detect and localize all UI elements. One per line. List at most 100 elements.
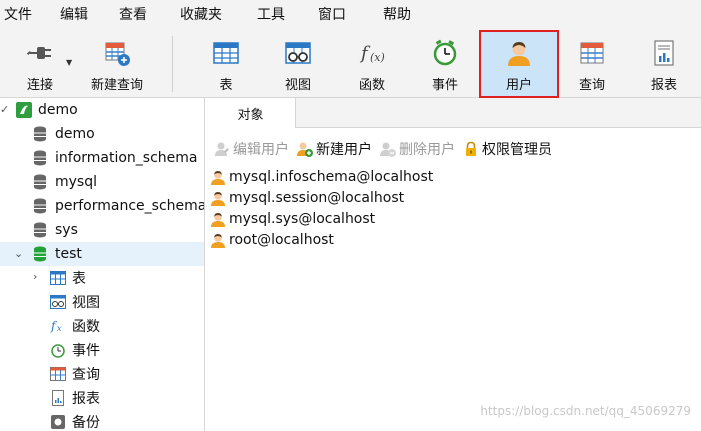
view-icon [283, 38, 313, 68]
report-button[interactable]: 报表 [634, 30, 694, 98]
user-icon [210, 211, 226, 227]
backup-icon [50, 414, 66, 431]
tree-node-queries[interactable]: 查询 [0, 362, 204, 386]
report-icon [50, 390, 66, 410]
view-icon [50, 294, 66, 314]
tree-db-information-schema[interactable]: information_schema [0, 146, 204, 170]
menu-file[interactable]: 文件 [0, 0, 36, 30]
report-label: 报表 [650, 78, 677, 93]
tree-node-label: 事件 [72, 343, 100, 359]
list-item[interactable]: root@localhost [208, 229, 698, 250]
delete-user-button[interactable]: 删除用户 [380, 139, 455, 159]
tree-connection[interactable]: ✓ demo [0, 98, 204, 122]
database-icon [33, 150, 47, 170]
user-name: mysql.session@localhost [229, 189, 405, 206]
tree-node-reports[interactable]: 报表 [0, 386, 204, 410]
tree-node-label: 报表 [72, 391, 100, 407]
tree-node-tables[interactable]: › 表 [0, 266, 204, 290]
menu-edit[interactable]: 编辑 [56, 0, 92, 30]
function-label: 函数 [358, 78, 385, 93]
user-button[interactable]: 用户 [479, 30, 559, 98]
privilege-manager-label: 权限管理员 [482, 142, 552, 158]
user-list: mysql.infoschema@localhost mysql.session… [208, 166, 698, 250]
clock-icon [430, 38, 460, 68]
new-user-button[interactable]: 新建用户 [297, 139, 372, 159]
tree-db-label: sys [55, 222, 78, 238]
connect-button[interactable]: 连接 [12, 30, 68, 98]
toolbar-separator [172, 36, 173, 92]
toolbar: 连接 ▼ 新建查询 表 视图 f (x) 函数 事件 用户 查询 报表 [0, 30, 701, 98]
function-button[interactable]: f (x) 函数 [342, 30, 402, 98]
tree-node-label: 表 [72, 271, 86, 287]
menu-window[interactable]: 窗口 [314, 0, 350, 30]
list-item[interactable]: mysql.session@localhost [208, 187, 698, 208]
new-user-label: 新建用户 [316, 142, 372, 158]
connection-icon [16, 102, 32, 122]
database-open-icon [33, 246, 47, 266]
database-icon [33, 222, 47, 242]
chevron-down-icon[interactable]: ✓ [0, 103, 9, 116]
menu-tools[interactable]: 工具 [253, 0, 289, 30]
view-label: 视图 [284, 78, 311, 93]
table-label: 表 [219, 78, 233, 93]
menu-bar: 文件 编辑 查看 收藏夹 工具 窗口 帮助 [0, 0, 701, 30]
database-icon [33, 198, 47, 218]
report-icon [649, 38, 679, 68]
tree-db-label: test [55, 246, 82, 262]
list-item[interactable]: mysql.infoschema@localhost [208, 166, 698, 187]
tree-db-label: performance_schema [55, 198, 205, 214]
query-button[interactable]: 查询 [562, 30, 622, 98]
edit-user-label: 编辑用户 [233, 142, 289, 158]
function-icon: f (x) [357, 38, 387, 68]
object-action-bar: 编辑用户 新建用户 删除用户 权限管理员 [206, 136, 701, 162]
user-icon [504, 38, 534, 68]
tree-db-label: demo [55, 126, 95, 142]
view-button[interactable]: 视图 [268, 30, 328, 98]
edit-user-button[interactable]: 编辑用户 [214, 139, 289, 159]
table-icon [211, 38, 241, 68]
edit-user-icon [214, 141, 230, 157]
database-icon [33, 174, 47, 194]
chevron-right-icon[interactable]: › [33, 270, 37, 283]
tree-db-demo[interactable]: demo [0, 122, 204, 146]
table-button[interactable]: 表 [196, 30, 256, 98]
tree-db-mysql[interactable]: mysql [0, 170, 204, 194]
tree-db-performance-schema[interactable]: performance_schema [0, 194, 205, 218]
menu-favorites[interactable]: 收藏夹 [176, 0, 226, 30]
tree-node-events[interactable]: 事件 [0, 338, 204, 362]
tree-db-sys[interactable]: sys [0, 218, 204, 242]
user-icon [210, 169, 226, 185]
table-icon [50, 270, 66, 290]
delete-user-icon [380, 141, 396, 157]
tree-node-views[interactable]: 视图 [0, 290, 204, 314]
user-icon [210, 232, 226, 248]
clock-icon [50, 342, 66, 362]
new-query-label: 新建查询 [90, 78, 143, 93]
connect-dropdown-icon[interactable]: ▼ [66, 58, 72, 67]
svg-text:x: x [57, 324, 62, 333]
tree-node-label: 函数 [72, 319, 100, 335]
menu-view[interactable]: 查看 [115, 0, 151, 30]
user-icon [210, 190, 226, 206]
tree-db-test[interactable]: ⌄ test [0, 242, 204, 266]
tree-node-label: 视图 [72, 295, 100, 311]
tab-bar: 对象 [206, 98, 701, 128]
event-button[interactable]: 事件 [415, 30, 475, 98]
tab-objects[interactable]: 对象 [206, 98, 296, 128]
new-query-button[interactable]: 新建查询 [82, 30, 152, 98]
menu-help[interactable]: 帮助 [379, 0, 415, 30]
list-item[interactable]: mysql.sys@localhost [208, 208, 698, 229]
new-query-icon [102, 38, 132, 68]
chevron-down-icon[interactable]: ⌄ [14, 247, 23, 260]
database-icon [33, 126, 47, 146]
query-label: 查询 [578, 78, 605, 93]
privilege-manager-button[interactable]: 权限管理员 [463, 139, 552, 159]
tree-node-label: 查询 [72, 367, 100, 383]
tree-node-functions[interactable]: fx 函数 [0, 314, 204, 338]
tree-node-label: 备份 [72, 415, 100, 431]
query-icon [50, 366, 66, 386]
watermark: https://blog.csdn.net/qq_45069279 [480, 404, 691, 418]
tree-db-label: information_schema [55, 150, 198, 166]
delete-user-label: 删除用户 [399, 142, 455, 158]
tree-node-backups[interactable]: 备份 [0, 410, 204, 431]
